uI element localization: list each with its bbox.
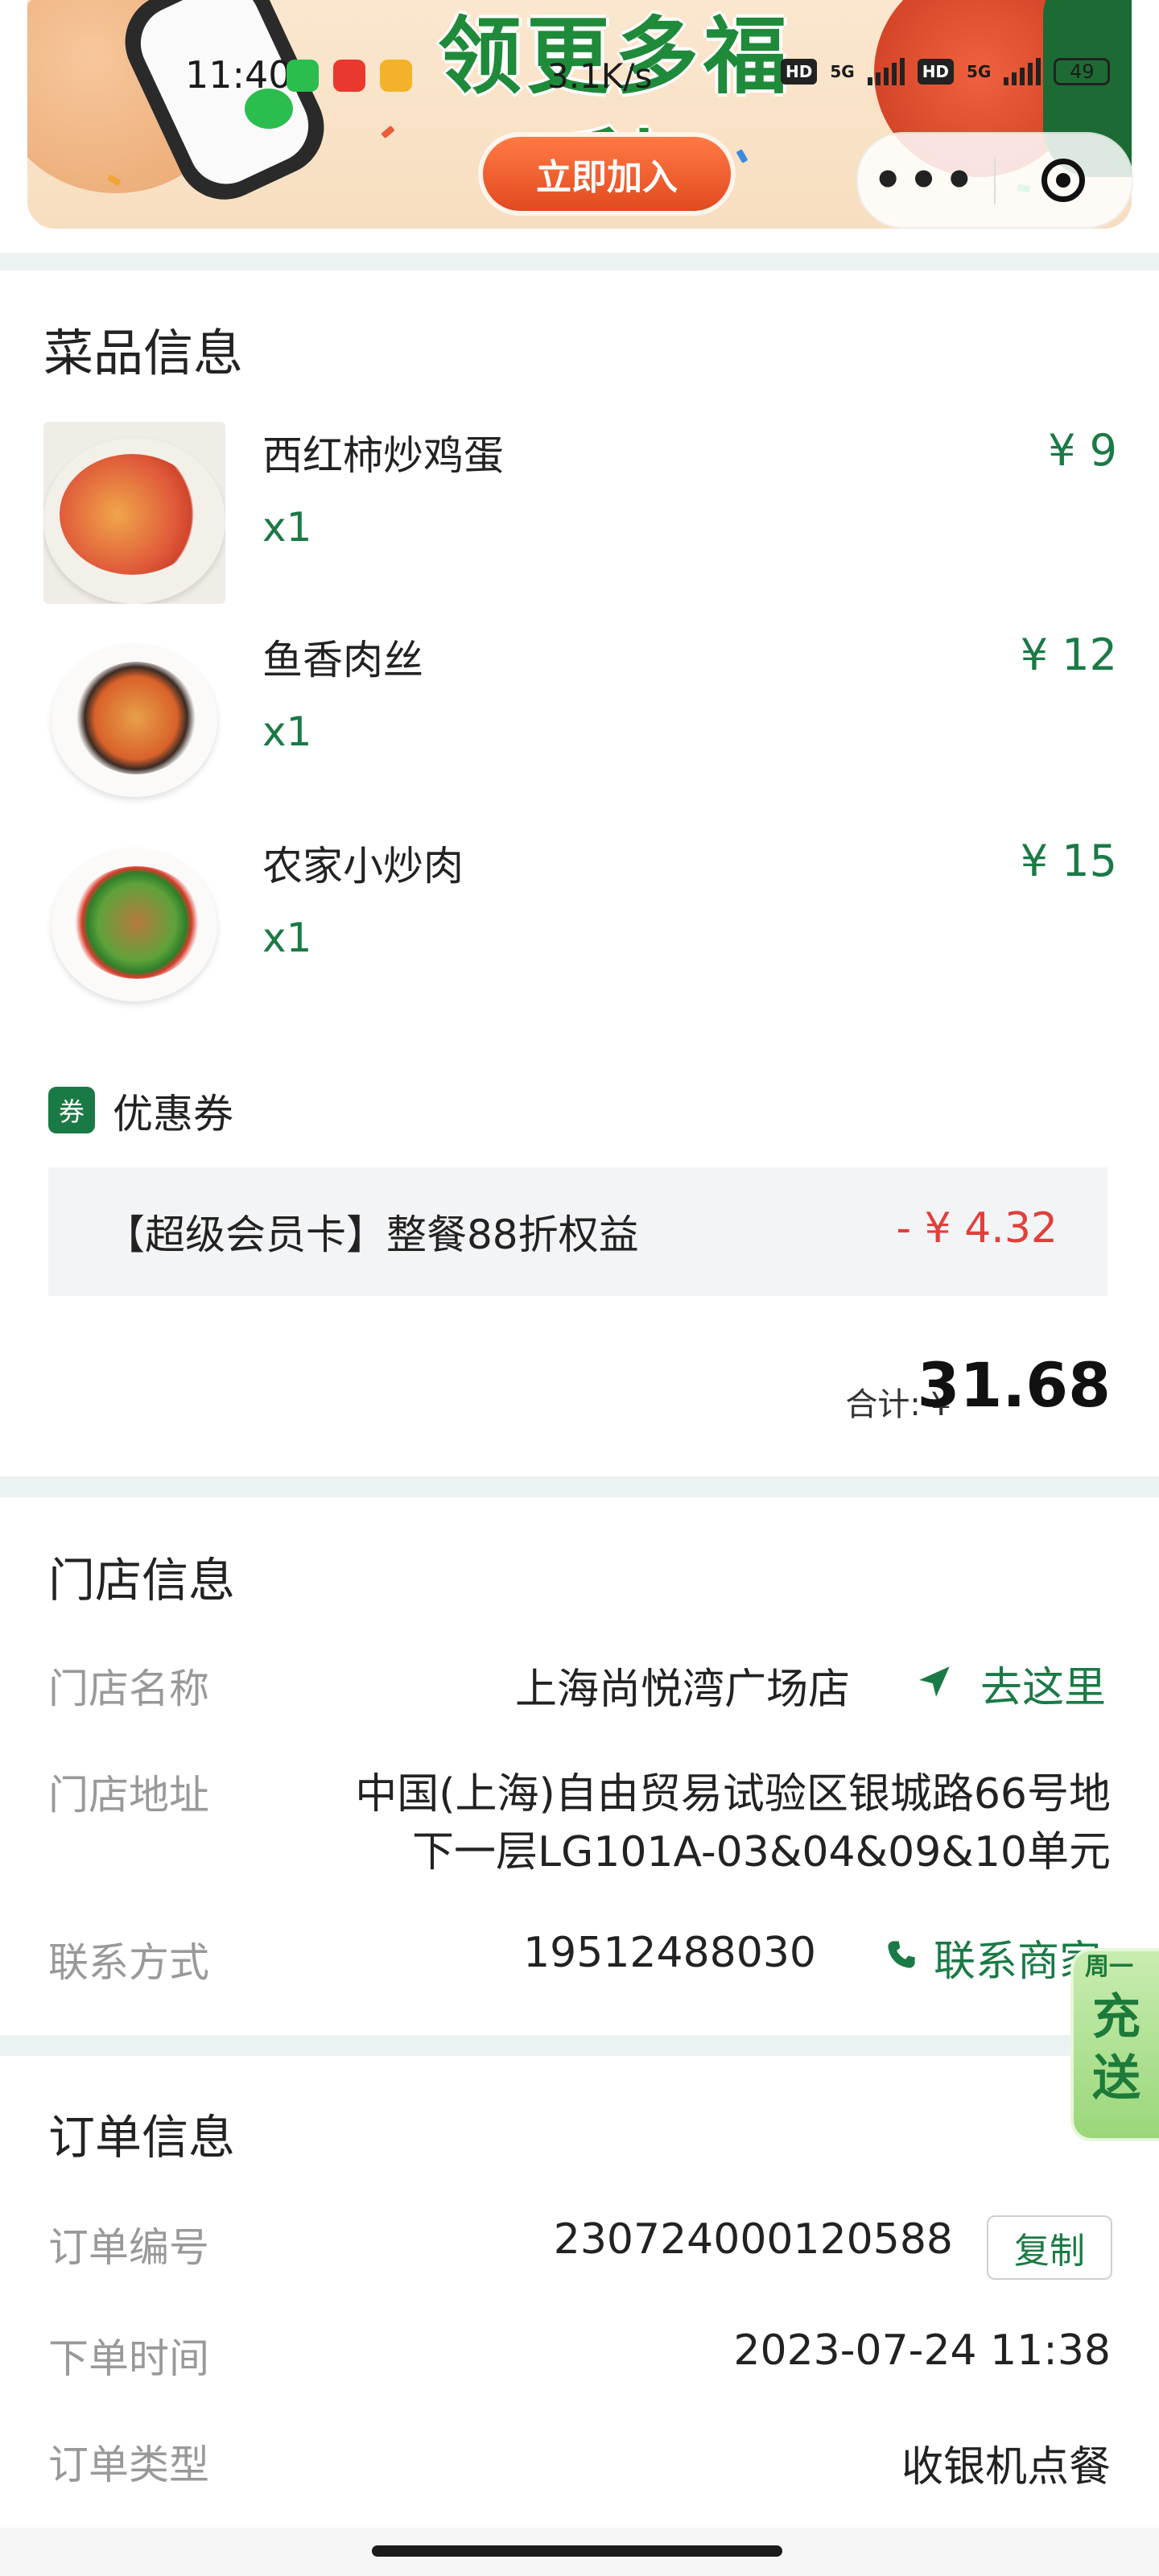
section-separator [0,253,1159,270]
hd-icon: HD [781,59,818,85]
order-type: 收银机点餐 [901,2443,1111,2491]
wechat-icon [287,60,319,92]
dish-image [43,834,225,1016]
contact-label: 联系方式 [48,1939,209,1986]
coupon-icon: 券 [48,1087,95,1133]
store-name-label: 门店名称 [48,1666,209,1712]
status-time: 11:40 [185,53,292,97]
store-address-label: 门店地址 [48,1772,209,1818]
confetti [736,149,749,163]
dish-price: ¥ 9 [1048,425,1117,476]
dish-name: 西红柿炒鸡蛋 [262,432,504,479]
dish-image [43,422,225,604]
store-section-title: 门店信息 [48,1553,236,1608]
5g-label: 5G [967,62,992,81]
order-time: 2023-07-24 11:38 [733,2326,1111,2375]
hd-icon: HD [917,59,955,85]
order-number: 230724000120588 [553,2215,953,2264]
join-button[interactable]: 立即加入 [478,132,736,216]
order-section-title: 订单信息 [48,2110,236,2165]
floating-promo-badge[interactable]: 周一 充 送 [1070,1948,1159,2141]
dish-name: 农家小炒肉 [262,843,464,890]
notification-icons [287,60,412,92]
copy-button[interactable]: 复制 [987,2215,1112,2280]
navigate-button[interactable]: 去这里 [914,1650,1116,1715]
signal-icon [867,58,905,85]
float-badge-line1: 充 [1092,1989,1140,2046]
home-indicator[interactable] [372,2545,782,2557]
section-separator [0,1476,1159,1497]
section-separator [0,2035,1159,2056]
signal-indicators: HD 5G HD 5G 49 [781,58,1111,85]
network-speed: 3.1K/s [547,56,653,96]
store-address-line1: 中国(上海)自由贸易试验区银城路66号地 [355,1770,1111,1818]
dish-image [43,630,225,811]
dish-quantity: x1 [262,708,312,755]
close-miniprogram-icon[interactable] [996,159,1132,202]
dish-price: ¥ 12 [1020,630,1117,680]
float-badge-line2: 送 [1092,2050,1140,2107]
app-icon [380,60,412,92]
battery-icon: 49 [1054,58,1111,85]
dish-quantity: x1 [262,914,312,961]
phone-icon [888,1941,915,1968]
float-badge-top: 周一 [1085,1953,1133,1981]
location-arrow-icon [919,1666,950,1697]
order-number-label: 订单编号 [48,2224,209,2271]
coupon-title: 优惠券 [113,1091,233,1137]
store-name: 上海尚悦湾广场店 [514,1666,850,1714]
order-type-label: 订单类型 [48,2442,209,2488]
signal-icon [1004,58,1041,85]
dish-quantity: x1 [262,504,312,551]
navigate-label: 去这里 [980,1664,1107,1712]
dish-section-title: 菜品信息 [43,324,244,382]
status-bar: 11:40 3.1K/s HD 5G HD 5G 49 [0,48,1159,105]
order-time-label: 下单时间 [48,2335,209,2382]
wps-icon [333,60,365,92]
dish-name: 鱼香肉丝 [262,637,423,683]
coupon-discount: - ¥ 4.32 [896,1204,1058,1253]
more-icon[interactable]: ••• [858,156,994,204]
miniprogram-capsule[interactable]: ••• [856,132,1133,229]
store-phone: 19512488030 [523,1929,816,1977]
store-address-line2: 下一层LG101A-03&04&09&10单元 [411,1828,1111,1876]
total-amount: 31.68 [917,1349,1111,1421]
5g-label: 5G [830,62,855,81]
coupon-item: 【超级会员卡】整餐88折权益 - ¥ 4.32 [48,1167,1107,1296]
confetti [381,125,395,139]
dish-price: ¥ 15 [1020,836,1117,886]
coupon-text: 【超级会员卡】整餐88折权益 [105,1212,639,1258]
